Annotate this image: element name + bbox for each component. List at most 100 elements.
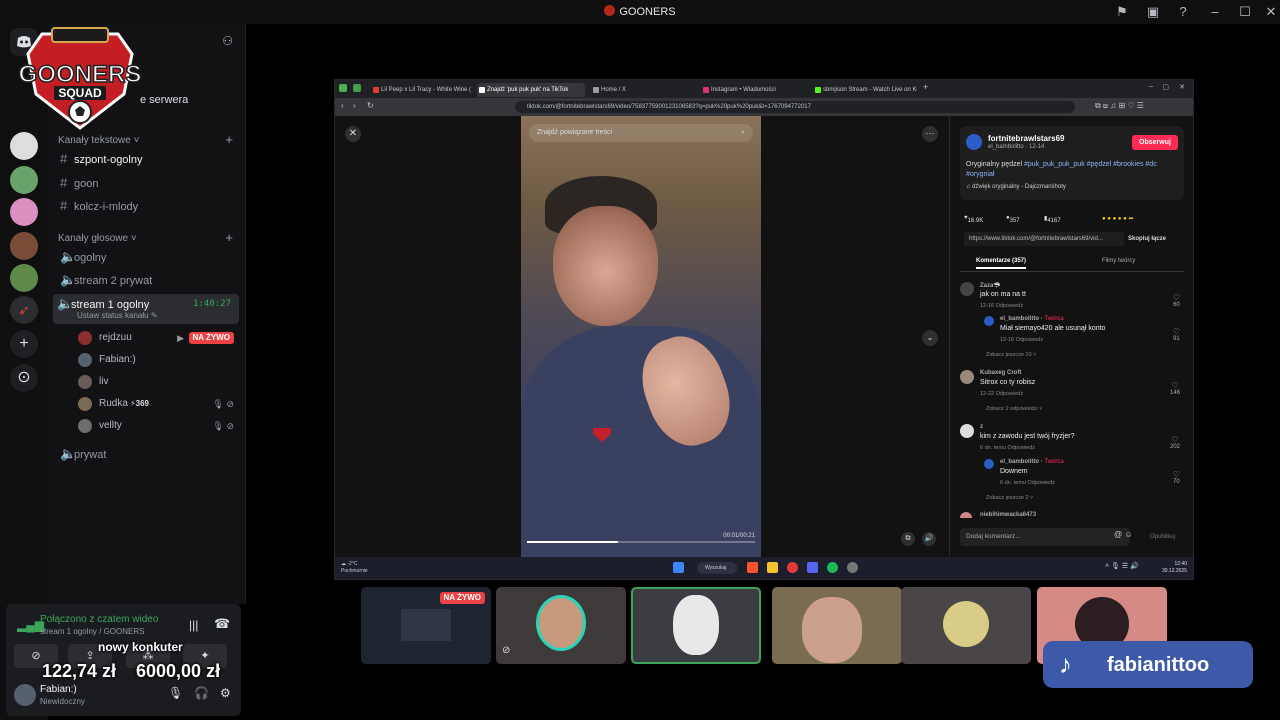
headphones-icon[interactable]: 🎧 <box>194 686 209 700</box>
voice-user-liv[interactable]: liv <box>78 373 238 391</box>
browser-tab-1[interactable]: Lil Peep x Lil Tracy - White Wine (OG) <box>371 83 471 97</box>
related-search-input[interactable]: Znajdź powiązane treści ⌕ <box>529 124 753 142</box>
user-name[interactable]: Fabian:) <box>40 684 77 695</box>
follow-button[interactable]: Obserwuj <box>1132 135 1178 150</box>
start-menu-icon[interactable] <box>673 562 684 573</box>
comment-like[interactable]: 70 <box>1173 471 1180 485</box>
weather-widget[interactable]: ☁ -2°C Pochmurnie <box>341 561 368 575</box>
browser-maximize-icon[interactable]: ▢ <box>1162 83 1169 91</box>
avatar[interactable] <box>960 424 974 438</box>
video-progress[interactable] <box>527 541 755 543</box>
inbox-flag-icon[interactable]: ⚑ <box>1113 3 1131 21</box>
tab-creator-videos[interactable]: Filmy twórcy <box>1102 258 1135 264</box>
copy-link-button[interactable]: Skopiuj łącze <box>1128 232 1166 246</box>
participant-tile-2[interactable]: ⊘ <box>496 587 626 664</box>
spotify-icon[interactable] <box>827 562 838 573</box>
tiktok-video[interactable]: Znajdź powiązane treści ⌕ 00:01/00:21 <box>521 116 761 557</box>
pip-icon[interactable]: ⧉ <box>901 532 915 546</box>
server-icon-3[interactable] <box>10 198 38 226</box>
share-link[interactable]: https://www.tiktok.com/@fortnitebrawlsta… <box>964 232 1124 246</box>
text-category-label[interactable]: Kanały tekstowe ˅ <box>58 135 139 146</box>
voice-user-rejdzuu[interactable]: rejdzuu ▶ NA ŻYWO <box>78 329 238 347</box>
browser-tab-4[interactable]: Instagram • Wiadomości <box>701 83 801 97</box>
file-explorer-icon[interactable] <box>767 562 778 573</box>
reload-icon[interactable]: ↻ <box>367 101 374 110</box>
see-more-replies[interactable]: Zobacz jeszcze 10 ˅ <box>986 352 1036 358</box>
avatar[interactable] <box>960 370 974 384</box>
next-video-icon[interactable]: ⌄ <box>922 330 938 346</box>
avatar[interactable] <box>960 512 972 518</box>
browser-minimize-icon[interactable]: – <box>1149 83 1153 90</box>
browser-menu-icon[interactable] <box>339 84 347 92</box>
server-icon-6[interactable]: ➶ <box>10 296 38 324</box>
see-replies[interactable]: Zobacz 2 odpowiedzi ˅ <box>986 406 1042 412</box>
share-icons[interactable]: ● ● ● ● ● ➦ <box>1102 215 1133 222</box>
maximize-icon[interactable]: ☐ <box>1236 3 1254 21</box>
taskbar-clock[interactable]: 12:40 30.12.2025 <box>1162 561 1187 575</box>
more-options-icon[interactable]: ··· <box>922 126 938 142</box>
browser-tab-3[interactable]: Home / X <box>591 83 691 97</box>
comment-like[interactable]: 146 <box>1170 382 1180 396</box>
volume-icon[interactable]: 🔊 <box>922 532 936 546</box>
disconnect-icon[interactable]: ☎ <box>214 616 230 632</box>
browser-tab-5[interactable]: sbmjison Stream - Watch Live on Kick <box>813 83 917 97</box>
close-icon[interactable]: ✕ <box>1262 3 1280 21</box>
see-more-replies[interactable]: Zobacz jeszcze 2 ˅ <box>986 495 1033 501</box>
creator-avatar[interactable] <box>966 134 982 150</box>
new-tab-icon[interactable]: + <box>923 82 928 92</box>
settings-gear-icon[interactable]: ⚙ <box>220 686 231 700</box>
add-server-icon[interactable]: + <box>10 330 38 358</box>
avatar[interactable] <box>984 459 994 469</box>
back-icon[interactable]: ‹ <box>341 101 344 110</box>
noise-suppression-icon[interactable]: ||| <box>189 618 198 632</box>
add-comment-input[interactable]: Dodaj komentarz... <box>960 528 1130 546</box>
avatar[interactable] <box>984 316 994 326</box>
extensions-icon[interactable]: ⧉ ⧈ ♫ ⊞ ♡ ☰ <box>1095 101 1144 111</box>
voice-channel-stream-2[interactable]: 🔈stream 2 prywat <box>56 270 236 290</box>
server-icon-5[interactable] <box>10 264 38 292</box>
browser-tab-2[interactable]: Znajdź 'puk puk puk' na TikTok <box>477 83 585 97</box>
server-icon-2[interactable] <box>10 166 38 194</box>
server-icon-4[interactable] <box>10 232 38 260</box>
participant-tile-5[interactable] <box>901 587 1031 664</box>
server-icon-1[interactable] <box>10 132 38 160</box>
tab-groups-icon[interactable] <box>353 84 361 92</box>
add-friend-icon[interactable]: ⚇ <box>222 34 233 48</box>
save-count[interactable]: ▮ 4167 <box>1044 215 1061 224</box>
music-label[interactable]: ♫ dźwięk oryginalny - Dajczmanśhoty <box>966 184 1066 190</box>
mention-emoji-icons[interactable]: @ ☺ <box>1114 530 1133 539</box>
discover-icon[interactable]: ⊙ <box>10 364 38 392</box>
forward-icon[interactable]: › <box>353 101 356 110</box>
app-icon-gray[interactable] <box>847 562 858 573</box>
voice-category-label[interactable]: Kanały głosowe ˅ <box>58 233 137 244</box>
inbox-icon[interactable]: ▣ <box>1144 3 1162 21</box>
browser-close-icon[interactable]: ✕ <box>1179 83 1185 91</box>
add-voice-channel-icon[interactable]: + <box>225 230 233 245</box>
voice-channel-prywat[interactable]: 🔈prywat <box>56 444 236 464</box>
channel-szpont-ogolny[interactable]: # szpont-ogolny <box>56 149 236 169</box>
voice-user-fabian[interactable]: Fabian:) <box>78 351 238 369</box>
comment-like[interactable]: 202 <box>1170 436 1180 450</box>
set-channel-status[interactable]: Ustaw status kanału ✎ <box>77 310 158 322</box>
add-text-channel-icon[interactable]: + <box>225 132 233 147</box>
comment-like[interactable]: 60 <box>1173 294 1180 308</box>
avatar[interactable] <box>960 282 974 296</box>
close-video-icon[interactable]: ✕ <box>345 126 361 142</box>
connected-channel[interactable]: stream 1 ogolny / GOONERS <box>40 627 144 636</box>
discord-taskbar-icon[interactable] <box>807 562 818 573</box>
participant-tile-3[interactable] <box>631 587 761 664</box>
comment-count[interactable]: ● 357 <box>1006 215 1020 224</box>
voice-channel-ogolny[interactable]: 🔈ogolny <box>56 247 236 267</box>
channel-kolcz-i-mlody[interactable]: # kolcz-i-mlody <box>56 196 236 216</box>
tab-comments[interactable]: Komentarze (357) <box>976 258 1027 269</box>
tray-icons[interactable]: ˄ 🎙 ☰ 🔊 <box>1105 562 1139 570</box>
minimize-icon[interactable]: – <box>1206 3 1224 21</box>
screen-share-stream[interactable]: Lil Peep x Lil Tracy - White Wine (OG) Z… <box>334 79 1194 580</box>
help-icon[interactable]: ? <box>1174 3 1192 21</box>
taskbar-search[interactable]: Wyszukaj <box>697 562 737 574</box>
voice-user-vellty[interactable]: vellty 🎙 ⊘ <box>78 417 238 435</box>
creator-username[interactable]: fortnitebrawlstars69 <box>988 134 1064 143</box>
voice-user-rudka[interactable]: Rudka ⚡369 🎙 ⊘ <box>78 395 238 413</box>
connected-status[interactable]: Połączono z czatem wideo <box>40 614 158 625</box>
url-field[interactable]: tiktok.com/@fortnitebrawlstars69/video/7… <box>515 101 1075 113</box>
